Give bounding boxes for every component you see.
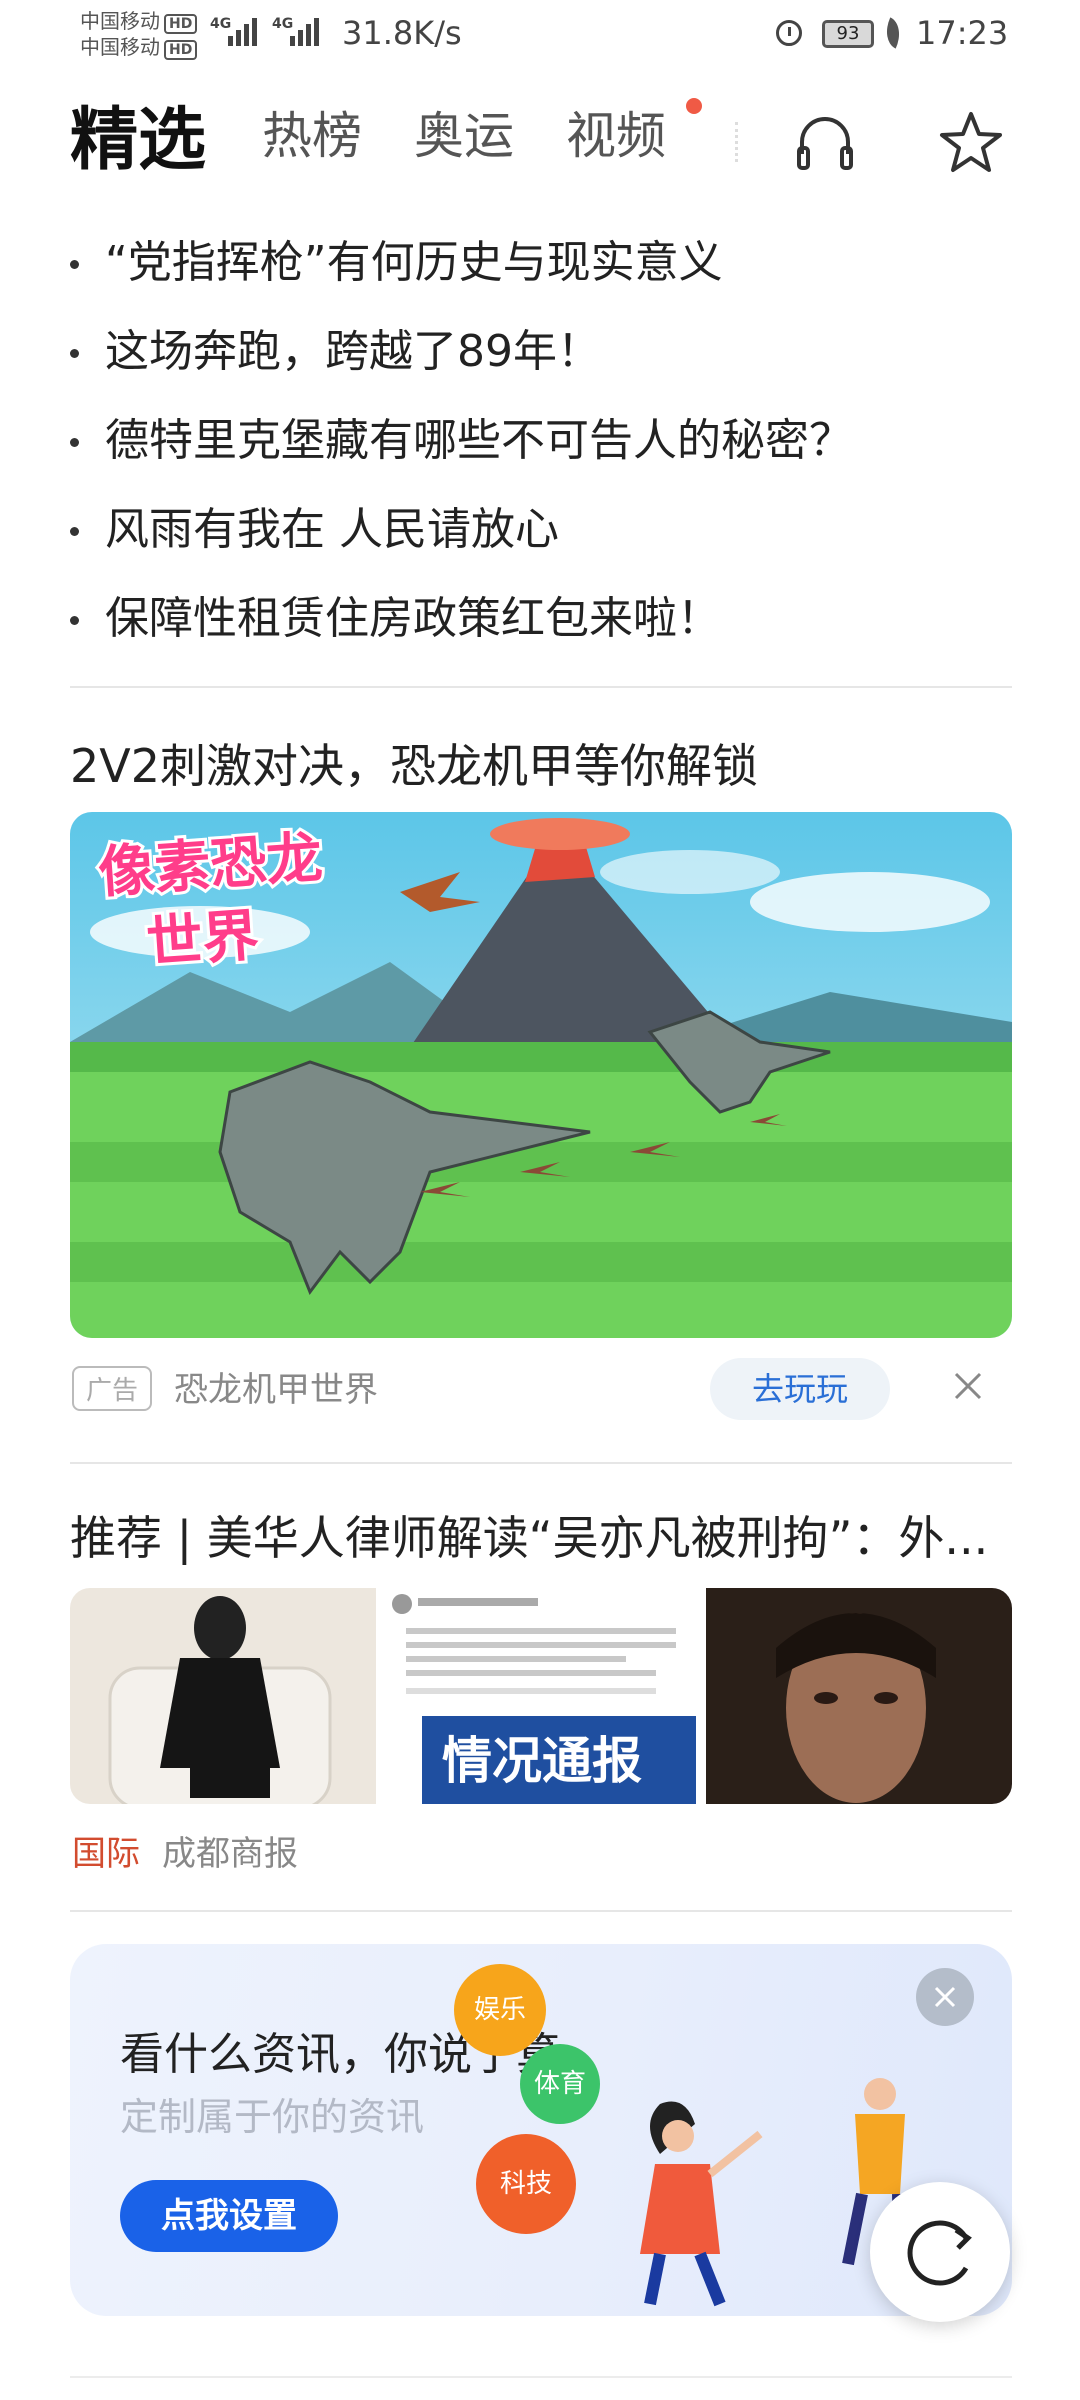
signal-icon — [228, 18, 260, 52]
ad-meta: 广告 恐龙机甲世界 去玩玩 — [70, 1358, 1012, 1432]
signal-icon — [290, 18, 322, 52]
notification-dot — [686, 98, 702, 114]
news-meta: 国际 成都商报 — [72, 1826, 298, 1875]
close-icon[interactable] — [948, 1366, 988, 1406]
play-button[interactable]: 去玩玩 — [710, 1358, 890, 1420]
headline-item[interactable]: 风雨有我在 人民请放心 — [70, 495, 1010, 584]
close-icon — [934, 1986, 956, 2008]
ad-image[interactable]: 像素恐龙 世界 — [70, 812, 1012, 1338]
dinosaur-game-illustration: 像素恐龙 世界 — [70, 812, 1012, 1338]
tab-overflow-fade — [735, 122, 746, 162]
divider — [70, 686, 1012, 688]
carrier-1: 中国移动 — [80, 9, 160, 33]
settings-button[interactable]: 点我设置 — [120, 2180, 338, 2252]
news-thumbnail-2: 情况通报 — [386, 1588, 696, 1804]
network-speed: 31.8K/s — [342, 14, 462, 52]
thumbnail-caption: 情况通报 — [442, 1732, 642, 1790]
news-category: 国际 — [72, 1834, 140, 1874]
divider — [70, 1462, 1012, 1464]
carrier-info: 中国移动 HD 中国移动 HD — [80, 8, 198, 60]
hd-badge: HD — [164, 40, 198, 60]
headline-item[interactable]: 德特里克堡藏有哪些不可告人的秘密？ — [70, 406, 1010, 495]
news-source: 成都商报 — [162, 1834, 298, 1874]
status-bar: 中国移动 HD 中国移动 HD 4G 4G 31.8K/s 93 17:23 — [0, 0, 1080, 72]
news-title[interactable]: 推荐 | 美华人律师解读“吴亦凡被刑拘”：外... — [70, 1502, 1012, 1568]
card-close-button[interactable] — [916, 1968, 974, 2026]
tab-video[interactable]: 视频 — [566, 96, 666, 168]
news-thumbnail-1 — [70, 1588, 376, 1804]
divider — [70, 1910, 1012, 1912]
headline-item[interactable]: 这场奔跑，跨越了89年！ — [70, 317, 1010, 406]
refresh-icon — [907, 2220, 972, 2286]
tab-hot[interactable]: 热榜 — [262, 96, 362, 168]
headline-item[interactable]: 保障性租赁住房政策红包来啦！ — [70, 584, 1010, 673]
hd-badge: HD — [164, 14, 198, 34]
news-thumbnails[interactable]: 情况通报 — [70, 1588, 1012, 1804]
headphone-icon[interactable] — [796, 114, 854, 170]
tab-olympics[interactable]: 奥运 — [414, 96, 514, 168]
power-saving-icon — [879, 17, 907, 49]
bubble-sports[interactable]: 体育 — [520, 2044, 600, 2124]
clock: 17:23 — [916, 14, 1009, 52]
card-subtitle: 定制属于你的资讯 — [120, 2095, 425, 2139]
alarm-icon — [776, 20, 802, 46]
news-thumbnail-3 — [706, 1588, 1012, 1804]
refresh-button[interactable] — [870, 2182, 1010, 2322]
bubble-entertainment[interactable]: 娱乐 — [454, 1964, 546, 2056]
carrier-2: 中国移动 — [80, 35, 160, 59]
top-nav: 精选 热榜 奥运 视频 — [0, 86, 1080, 186]
tab-featured[interactable]: 精选 — [70, 84, 206, 183]
ad-tag: 广告 — [72, 1366, 153, 1411]
bubble-tech[interactable]: 科技 — [476, 2134, 576, 2234]
divider — [70, 2376, 1012, 2378]
logo-text-line-2: 世界 — [144, 903, 260, 976]
battery-indicator: 93 — [822, 20, 874, 48]
ad-source: 恐龙机甲世界 — [174, 1370, 378, 1410]
star-icon[interactable] — [938, 110, 1004, 176]
headline-list: “党指挥枪”有何历史与现实意义 这场奔跑，跨越了89年！ 德特里克堡藏有哪些不可… — [70, 228, 1010, 673]
ad-title[interactable]: 2V2刺激对决，恐龙机甲等你解锁 — [70, 730, 758, 796]
headline-item[interactable]: “党指挥枪”有何历史与现实意义 — [70, 228, 1010, 317]
